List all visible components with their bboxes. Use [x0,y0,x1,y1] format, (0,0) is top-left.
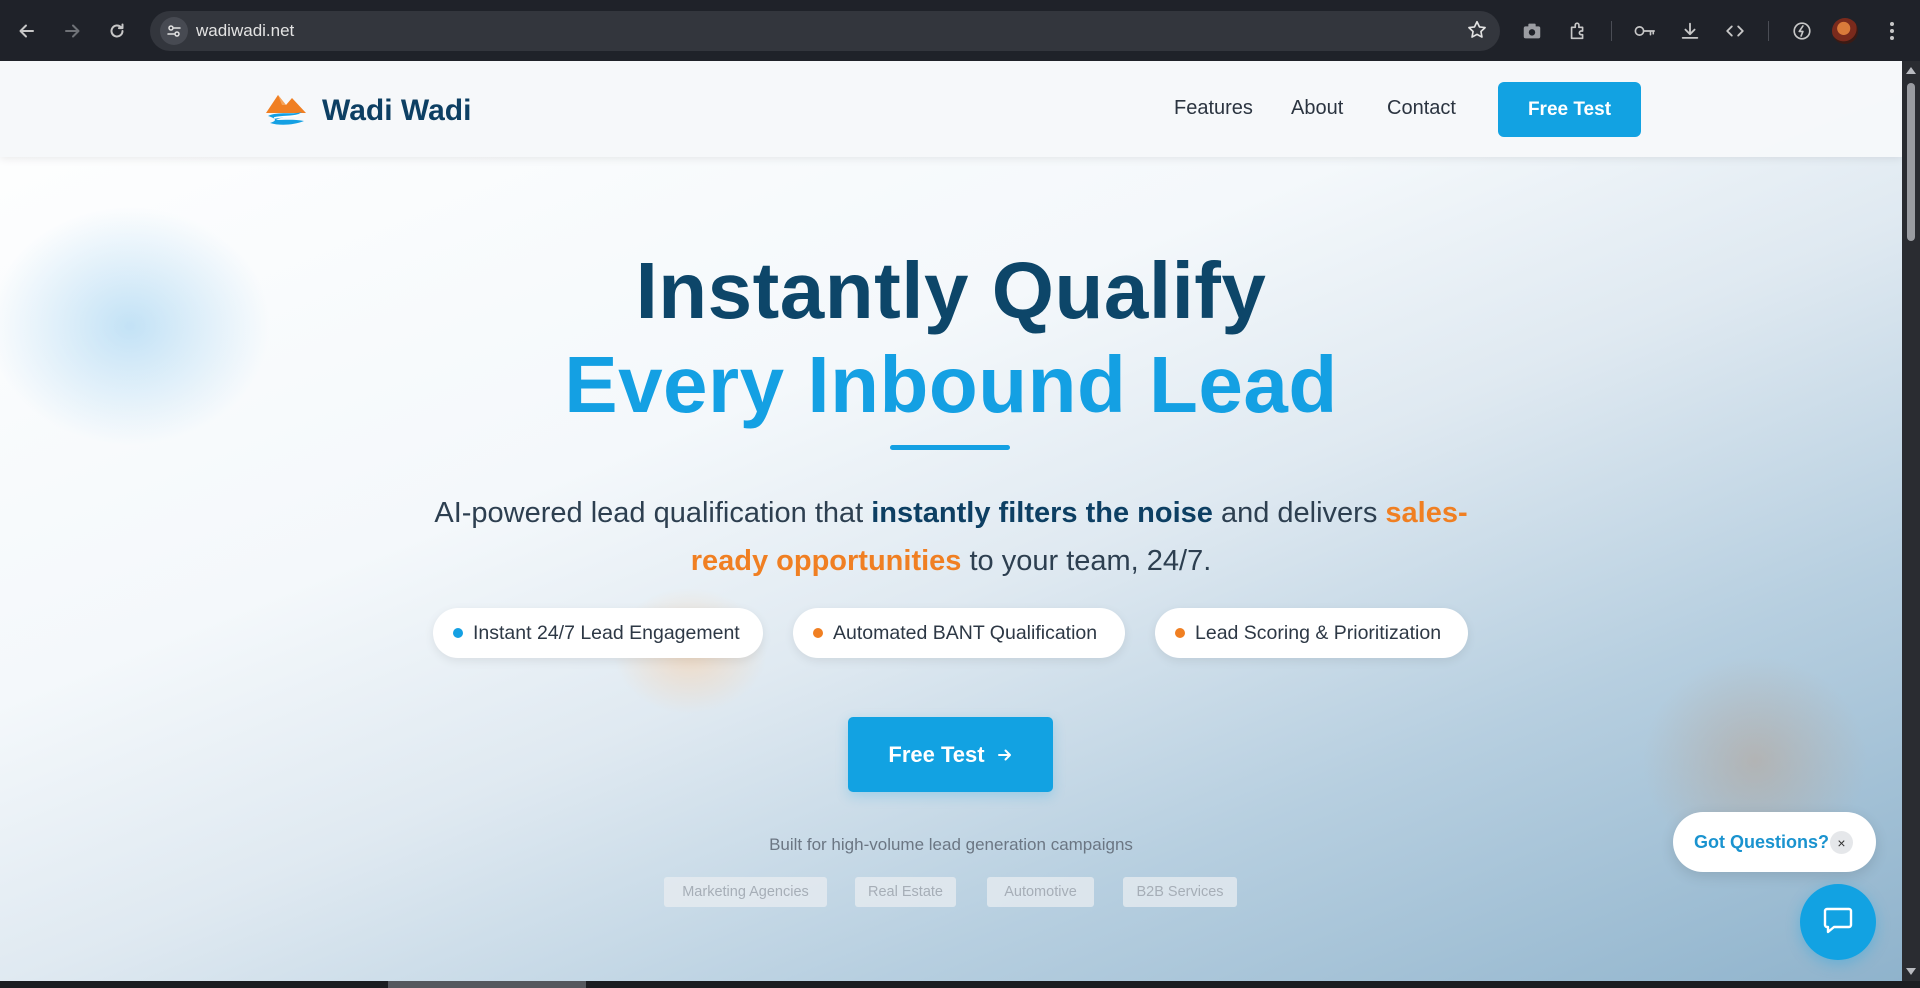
page-viewport: Wadi Wadi Features About Contact Free Te… [0,61,1902,981]
download-icon[interactable] [1672,13,1708,49]
hero-title-line2: Every Inbound Lead [564,340,1338,429]
feature-pill-label: Instant 24/7 Lead Engagement [473,621,740,644]
horizontal-scrollbar-thumb[interactable] [388,981,586,988]
nav-link-contact[interactable]: Contact [1387,97,1456,120]
arrow-right-icon [997,747,1013,763]
performance-icon[interactable] [1784,13,1820,49]
hero-free-test-button[interactable]: Free Test [848,717,1053,792]
industry-tag: B2B Services [1123,877,1237,907]
hero-subtitle: AI-powered lead qualification that insta… [410,489,1492,585]
site-header: Wadi Wadi Features About Contact Free Te… [0,61,1902,157]
feature-pill-label: Automated BANT Qualification [833,621,1098,644]
camera-icon[interactable] [1514,13,1550,49]
subtitle-emphasis: instantly filters the noise [871,497,1213,529]
feature-pill-scoring: Lead Scoring & Prioritization [1155,608,1468,658]
feature-pill-engagement: Instant 24/7 Lead Engagement [433,608,763,658]
feature-pill-label: Lead Scoring & Prioritization [1195,621,1442,644]
scroll-down-arrow-icon[interactable] [1906,968,1916,975]
header-free-test-button[interactable]: Free Test [1498,82,1641,137]
subtitle-text: to your team, 24/7. [961,545,1212,577]
back-arrow-icon[interactable] [9,13,45,49]
brand-logo[interactable]: Wadi Wadi [264,89,471,132]
reload-icon[interactable] [99,13,135,49]
more-menu-icon[interactable] [1874,13,1910,49]
horizontal-scrollbar[interactable] [0,981,1920,988]
hero-cta-label: Free Test [888,741,985,767]
industry-tag: Real Estate [855,877,956,907]
feature-pill-bant: Automated BANT Qualification [793,608,1125,658]
chat-bubble-icon [1821,903,1855,942]
feature-dot-icon [453,628,463,638]
site-settings-icon[interactable] [160,17,188,45]
built-for-caption: Built for high-volume lead generation ca… [769,835,1133,854]
feature-dot-icon [1175,628,1185,638]
code-icon[interactable] [1717,13,1753,49]
password-key-icon[interactable] [1627,13,1663,49]
feature-dot-icon [813,628,823,638]
industry-tag: Automotive [987,877,1094,907]
bookmark-star-icon[interactable] [1466,19,1488,41]
mountain-river-logo-icon [264,89,310,132]
url-text[interactable]: wadiwadi.net [196,11,294,51]
subtitle-text: AI-powered lead qualification that [434,497,872,529]
industry-tag: Marketing Agencies [664,877,827,907]
hero-title-line1: Instantly Qualify [635,246,1267,335]
address-bar[interactable]: wadiwadi.net [150,11,1500,51]
chat-prompt-bubble[interactable]: Got Questions? × [1673,812,1876,872]
scrollbar-thumb[interactable] [1907,83,1915,241]
close-icon[interactable]: × [1830,831,1853,854]
brand-name: Wadi Wadi [322,93,472,127]
scroll-up-arrow-icon[interactable] [1906,67,1916,74]
chat-launcher-button[interactable] [1800,884,1876,960]
toolbar-separator [1768,21,1769,41]
nav-link-about[interactable]: About [1291,97,1343,120]
forward-arrow-icon[interactable] [54,13,90,49]
toolbar-separator [1611,21,1612,41]
nav-link-features[interactable]: Features [1174,97,1253,120]
chat-prompt-text[interactable]: Got Questions? [1694,812,1829,872]
title-underline-divider [890,445,1010,450]
subtitle-text: and delivers [1212,497,1386,529]
extensions-icon[interactable] [1560,13,1596,49]
vertical-scrollbar[interactable] [1902,61,1920,981]
profile-avatar[interactable] [1832,18,1858,44]
browser-toolbar: wadiwadi.net [0,0,1920,61]
